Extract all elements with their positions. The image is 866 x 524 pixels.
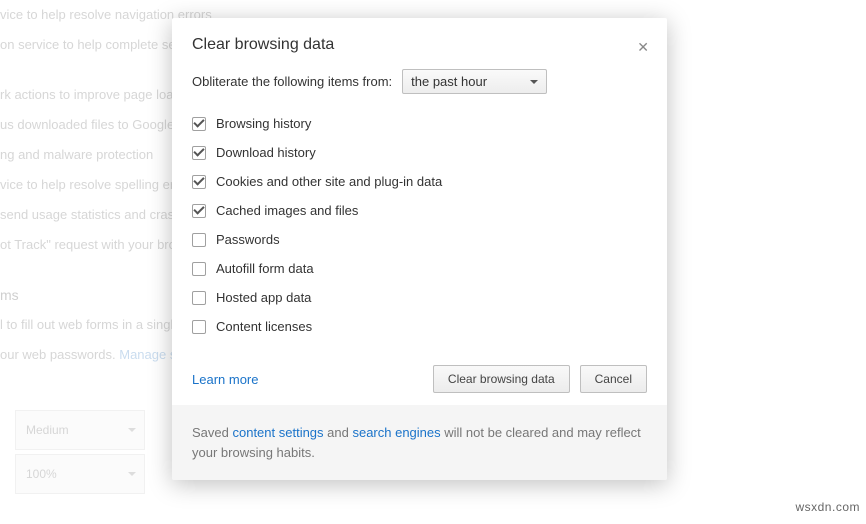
checkbox-row[interactable]: Cached images and files (192, 196, 647, 225)
checkbox-row[interactable]: Passwords (192, 225, 647, 254)
checkbox-label: Download history (216, 145, 316, 160)
checkbox-row[interactable]: Browsing history (192, 109, 647, 138)
close-icon[interactable]: ✕ (637, 40, 649, 54)
dialog-header: Clear browsing data ✕ (172, 18, 667, 64)
checkbox-list: Browsing history Download history Cookies … (192, 109, 647, 341)
checkbox[interactable] (192, 146, 206, 160)
chevron-down-icon (530, 80, 538, 88)
dialog-actions: Learn more Clear browsing data Cancel (172, 361, 667, 405)
checkbox-label: Passwords (216, 232, 280, 247)
checkbox[interactable] (192, 262, 206, 276)
search-engines-link[interactable]: search engines (352, 425, 440, 440)
checkbox-row[interactable]: Download history (192, 138, 647, 167)
checkbox-row[interactable]: Cookies and other site and plug-in data (192, 167, 647, 196)
checkbox[interactable] (192, 233, 206, 247)
checkbox-label: Content licenses (216, 319, 312, 334)
checkbox[interactable] (192, 117, 206, 131)
checkbox-label: Hosted app data (216, 290, 311, 305)
checkbox-row[interactable]: Content licenses (192, 312, 647, 341)
clear-browsing-data-button[interactable]: Clear browsing data (433, 365, 570, 393)
cancel-button[interactable]: Cancel (580, 365, 647, 393)
clear-browsing-data-dialog: Clear browsing data ✕ Obliterate the fol… (172, 18, 667, 480)
watermark: wsxdn.com (795, 500, 860, 514)
checkbox-row[interactable]: Hosted app data (192, 283, 647, 312)
checkbox-label: Browsing history (216, 116, 311, 131)
learn-more-link[interactable]: Learn more (192, 372, 258, 387)
time-range-value: the past hour (411, 74, 487, 89)
checkbox-label: Cookies and other site and plug-in data (216, 174, 442, 189)
action-buttons: Clear browsing data Cancel (433, 365, 647, 393)
checkbox[interactable] (192, 291, 206, 305)
checkbox-row[interactable]: Autofill form data (192, 254, 647, 283)
content-settings-link[interactable]: content settings (232, 425, 323, 440)
time-range-select[interactable]: the past hour (402, 69, 547, 94)
dialog-title: Clear browsing data (192, 36, 647, 54)
checkbox[interactable] (192, 175, 206, 189)
obliterate-label: Obliterate the following items from: (192, 74, 392, 89)
checkbox[interactable] (192, 204, 206, 218)
dialog-body: Obliterate the following items from: the… (172, 64, 667, 361)
footer-text: and (324, 425, 353, 440)
dialog-footer: Saved content settings and search engine… (172, 405, 667, 480)
checkbox-label: Cached images and files (216, 203, 358, 218)
checkbox-label: Autofill form data (216, 261, 314, 276)
checkbox[interactable] (192, 320, 206, 334)
time-range-row: Obliterate the following items from: the… (192, 69, 647, 94)
footer-text: Saved (192, 425, 232, 440)
